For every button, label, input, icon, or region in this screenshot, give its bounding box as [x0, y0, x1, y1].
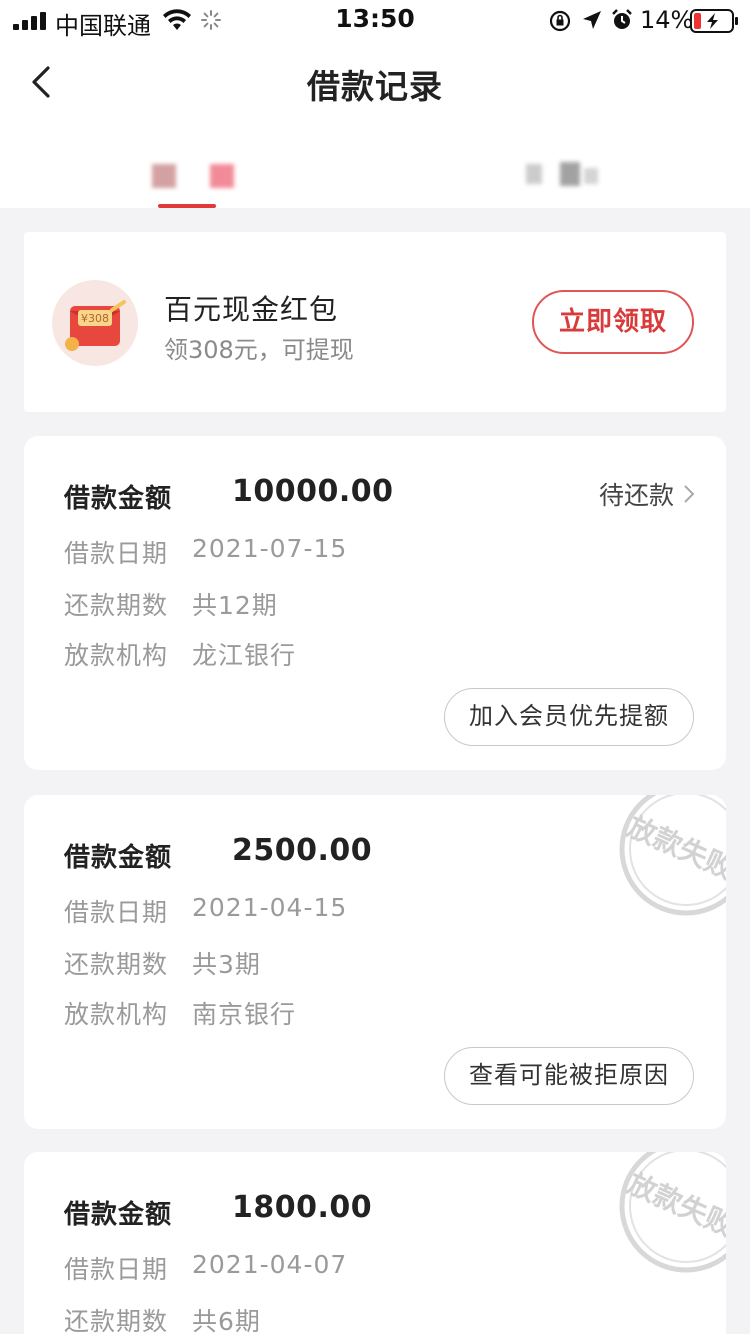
loan-failed-stamp: 放款失败 — [596, 795, 726, 923]
periods-label: 还款期数 — [64, 1307, 169, 1334]
page-title: 借款记录 — [307, 67, 443, 106]
tab-right[interactable] — [500, 150, 620, 208]
join-membership-button[interactable]: 加入会员优先提额 — [444, 688, 694, 746]
alarm-icon — [612, 9, 632, 29]
stamp-text: 放款失败 — [622, 809, 726, 885]
date-label: 借款日期 — [64, 1255, 169, 1284]
active-tab-indicator — [158, 204, 216, 208]
periods-value: 共3期 — [192, 950, 261, 979]
red-envelope-amount: ¥308 — [81, 312, 109, 325]
periods-value: 共6期 — [192, 1307, 261, 1334]
periods-value: 共12期 — [192, 591, 278, 620]
loan-record-card[interactable]: 放款失败 借款金额 1800.00 借款日期 2021-04-07 还款期数 共… — [24, 1152, 726, 1334]
blurred-label — [584, 168, 598, 184]
loading-icon — [201, 10, 221, 30]
amount-value: 1800.00 — [232, 1190, 373, 1225]
amount-row: 借款金额 10000.00 — [64, 474, 393, 515]
status-bar: 中国联通 13:50 14% — [0, 0, 750, 42]
institution-value: 南京银行 — [192, 1000, 297, 1029]
loan-failed-stamp: 放款失败 — [596, 1152, 726, 1280]
date-label: 借款日期 — [64, 898, 169, 927]
loan-record-card[interactable]: 借款金额 10000.00 待还款 借款日期 2021-07-15 还款期数 共… — [24, 436, 726, 770]
periods-row: 还款期数 共3期 — [64, 945, 260, 981]
loan-record-card[interactable]: 放款失败 借款金额 2500.00 借款日期 2021-04-15 还款期数 共… — [24, 795, 726, 1129]
institution-label: 放款机构 — [64, 1000, 169, 1029]
date-row: 借款日期 2021-07-15 — [64, 534, 346, 570]
date-value: 2021-04-15 — [192, 893, 348, 922]
institution-row: 放款机构 龙江银行 — [64, 636, 295, 672]
blurred-label — [560, 162, 580, 186]
institution-row: 放款机构 南京银行 — [64, 995, 295, 1031]
institution-label: 放款机构 — [64, 641, 169, 670]
blurred-label — [526, 164, 542, 184]
amount-row: 借款金额 2500.00 — [64, 833, 372, 874]
tab-left[interactable] — [130, 150, 250, 208]
rotation-lock-icon — [549, 10, 571, 32]
amount-value: 10000.00 — [232, 474, 394, 509]
status-text: 待还款 — [598, 481, 674, 510]
periods-row: 还款期数 共6期 — [64, 1302, 260, 1334]
amount-label: 借款金额 — [64, 1200, 173, 1230]
wifi-icon — [163, 9, 191, 30]
location-icon — [583, 11, 601, 29]
amount-value: 2500.00 — [232, 833, 373, 868]
view-rejection-reason-button[interactable]: 查看可能被拒原因 — [444, 1047, 694, 1105]
periods-label: 还款期数 — [64, 950, 169, 979]
date-value: 2021-04-07 — [192, 1250, 348, 1279]
amount-row: 借款金额 1800.00 — [64, 1190, 372, 1231]
date-label: 借款日期 — [64, 539, 169, 568]
blurred-label — [210, 164, 234, 188]
battery-percent: 14% — [640, 6, 694, 34]
promo-subtitle: 领308元，可提现 — [164, 336, 354, 364]
red-envelope-icon: ¥308 — [52, 280, 138, 366]
signal-icon — [13, 12, 47, 30]
amount-label: 借款金额 — [64, 484, 173, 514]
date-row: 借款日期 2021-04-15 — [64, 893, 346, 929]
date-value: 2021-07-15 — [192, 534, 348, 563]
carrier-label: 中国联通 — [55, 12, 151, 40]
battery-icon — [690, 9, 738, 33]
chevron-right-icon — [684, 485, 695, 503]
periods-row: 还款期数 共12期 — [64, 586, 277, 622]
status-link[interactable]: 待还款 — [599, 476, 696, 512]
periods-label: 还款期数 — [64, 591, 169, 620]
amount-label: 借款金额 — [64, 843, 173, 873]
date-row: 借款日期 2021-04-07 — [64, 1250, 346, 1286]
institution-value: 龙江银行 — [192, 641, 297, 670]
stamp-text: 放款失败 — [622, 1166, 726, 1242]
claim-button[interactable]: 立即领取 — [532, 290, 694, 354]
clock: 13:50 — [335, 4, 415, 33]
blurred-label — [152, 164, 176, 188]
promo-card[interactable]: ¥308 百元现金红包 领308元，可提现 立即领取 — [24, 232, 726, 412]
promo-title: 百元现金红包 — [164, 293, 339, 326]
